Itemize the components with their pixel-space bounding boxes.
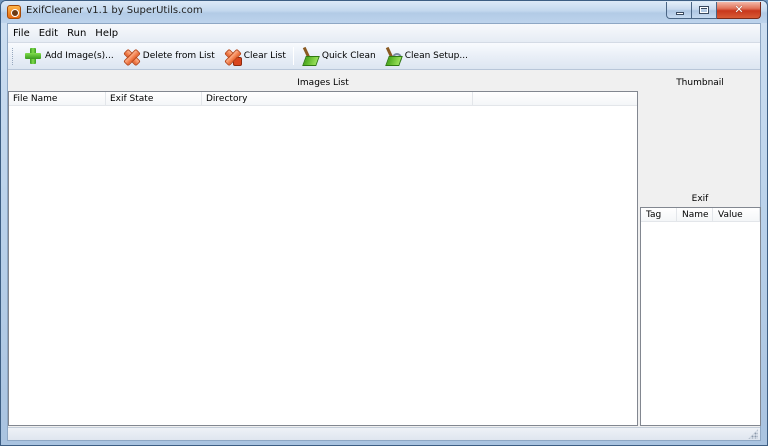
column-directory[interactable]: Directory [202, 92, 473, 106]
toolbar: Add Image(s)... Delete from List Clear L… [8, 43, 760, 70]
cross-icon [122, 47, 140, 65]
close-button[interactable]: ✕ [717, 2, 761, 19]
app-window: ExifCleaner v1.1 by SuperUtils.com ✕ Fil… [0, 0, 768, 446]
plus-icon [24, 47, 42, 65]
add-images-label: Add Image(s)... [45, 51, 114, 61]
minimize-icon [676, 12, 684, 15]
column-value[interactable]: Value [713, 208, 760, 222]
clean-setup-label: Clean Setup... [404, 51, 468, 61]
quick-clean-button[interactable]: Quick Clean [297, 45, 380, 68]
menu-run[interactable]: Run [62, 24, 90, 43]
column-file-name[interactable]: File Name [9, 92, 106, 106]
status-bar [8, 427, 760, 440]
broom-gear-icon [384, 47, 402, 65]
resize-grip-icon[interactable] [748, 429, 758, 439]
exif-list-view[interactable]: Tag Name Value [640, 207, 761, 426]
maximize-icon [699, 6, 709, 14]
exif-list-header: Tag Name Value [641, 208, 760, 222]
app-icon[interactable] [7, 5, 21, 19]
window-controls: ✕ [666, 2, 761, 19]
close-icon: ✕ [734, 3, 744, 16]
menu-bar: File Edit Run Help [8, 24, 760, 43]
column-exif-state[interactable]: Exif State [106, 92, 202, 106]
images-list-header: File Name Exif State Directory [9, 92, 637, 106]
column-filler [473, 92, 637, 106]
window-title: ExifCleaner v1.1 by SuperUtils.com [26, 5, 203, 16]
images-list-view[interactable]: File Name Exif State Directory [8, 91, 638, 426]
delete-from-list-button[interactable]: Delete from List [118, 45, 219, 68]
images-list-caption: Images List [297, 78, 349, 88]
broom-icon [301, 47, 319, 65]
column-name[interactable]: Name [677, 208, 713, 222]
exif-caption: Exif [691, 194, 709, 204]
toolbar-grip[interactable] [12, 47, 15, 65]
add-images-button[interactable]: Add Image(s)... [20, 45, 118, 68]
menu-help[interactable]: Help [90, 24, 122, 43]
clean-setup-button[interactable]: Clean Setup... [380, 45, 472, 68]
minimize-button[interactable] [666, 2, 692, 19]
clear-list-label: Clear List [243, 51, 286, 61]
maximize-button[interactable] [692, 2, 717, 19]
quick-clean-label: Quick Clean [321, 51, 376, 61]
clear-list-icon [223, 47, 242, 66]
toolbar-separator [292, 47, 294, 65]
column-tag[interactable]: Tag [641, 208, 677, 222]
thumbnail-area [640, 91, 760, 191]
menu-edit[interactable]: Edit [34, 24, 62, 43]
title-bar[interactable]: ExifCleaner v1.1 by SuperUtils.com ✕ [1, 1, 767, 23]
clear-list-button[interactable]: Clear List [219, 45, 290, 68]
menu-file[interactable]: File [8, 24, 34, 43]
client-area: File Edit Run Help Add Image(s)... Delet… [7, 23, 761, 441]
thumbnail-caption: Thumbnail [676, 78, 724, 88]
delete-from-list-label: Delete from List [142, 51, 215, 61]
